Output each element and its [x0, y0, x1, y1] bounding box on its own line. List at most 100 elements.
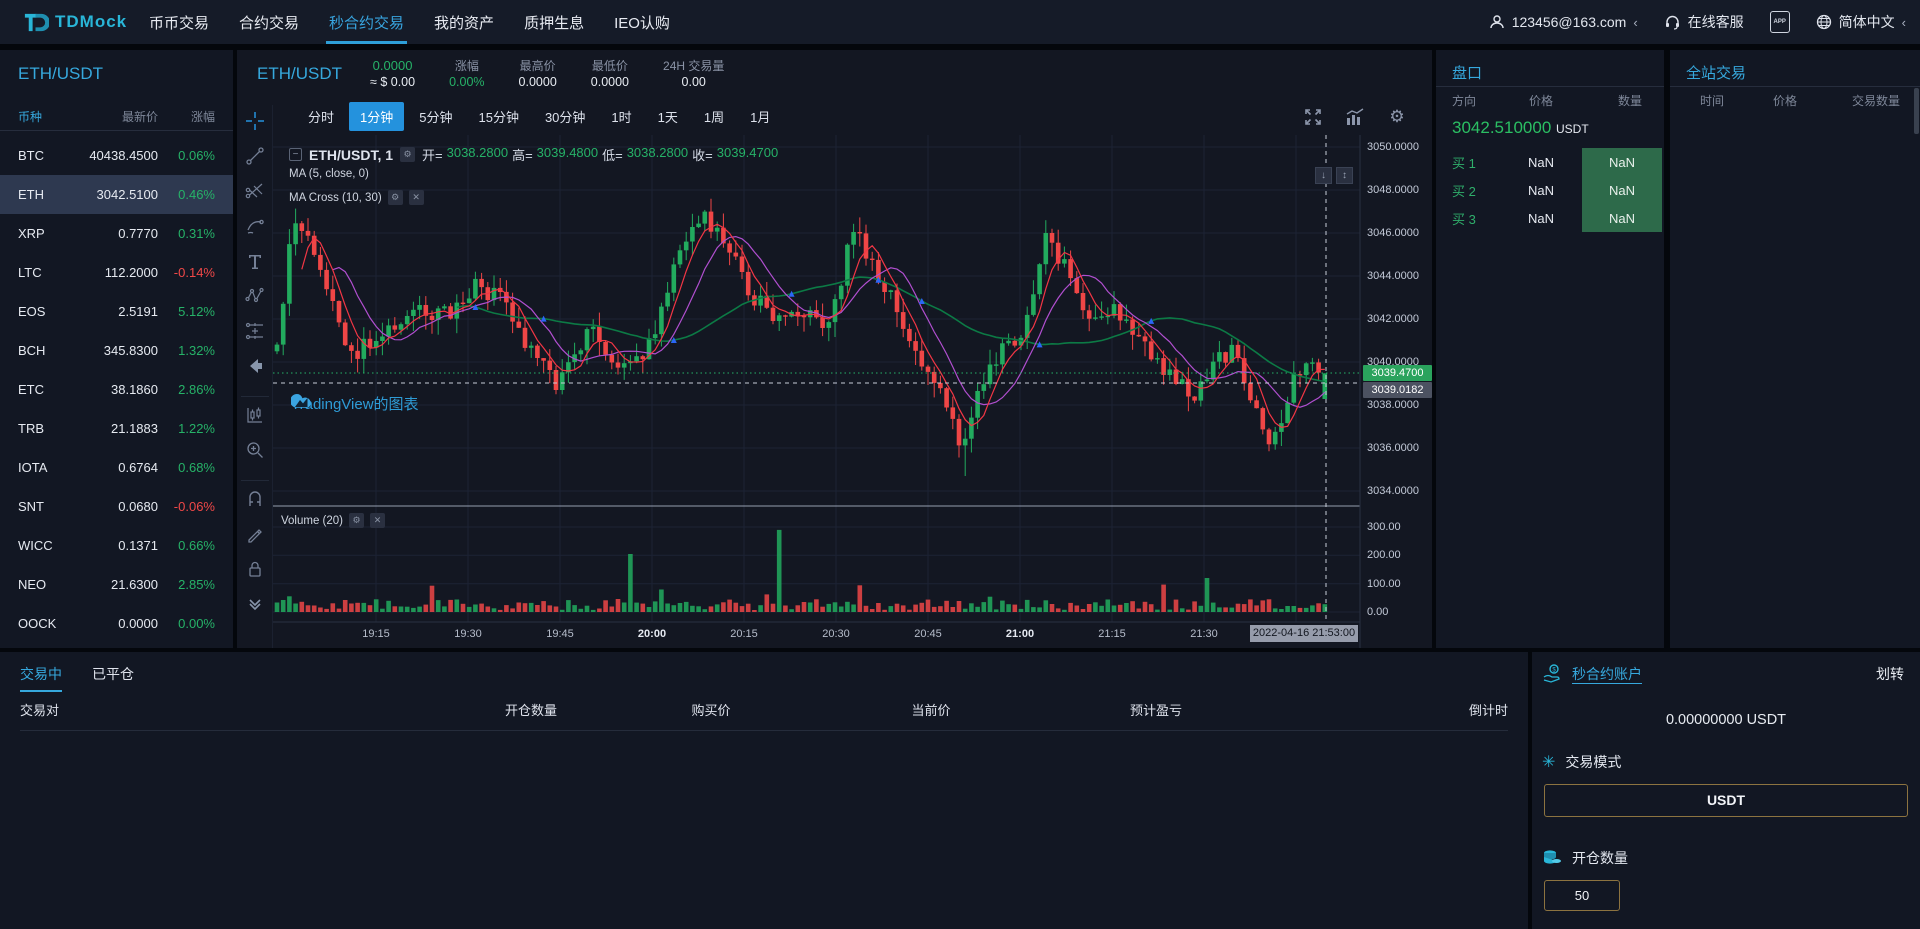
divider [0, 130, 233, 131]
toolbar-divider [241, 480, 269, 481]
market-row-WICC[interactable]: WICC0.13710.66% [0, 526, 233, 565]
time-tick: 21:15 [1098, 628, 1126, 640]
nav-item-4[interactable]: 质押生息 [509, 0, 599, 44]
market-row-ETH[interactable]: ETH3042.51000.46% [0, 175, 233, 214]
trade-mode-row: ✳ 交易模式 [1542, 752, 1621, 772]
market-row-LTC[interactable]: LTC112.2000-0.14% [0, 253, 233, 292]
nav-item-1[interactable]: 合约交易 [224, 0, 314, 44]
market-row-IOTA[interactable]: IOTA0.67640.68% [0, 448, 233, 487]
open-amount-input[interactable]: 50 [1544, 880, 1620, 911]
nav-item-0[interactable]: 币币交易 [134, 0, 224, 44]
order-book-row-2[interactable]: 买 2NaNNaN [1436, 176, 1664, 204]
brand-name: TDMock [55, 12, 127, 32]
ticker-last-price: 0.0000 ≈ $ 0.00 [370, 58, 415, 90]
text-icon[interactable] [244, 250, 266, 272]
crosshair-time-label: 2022-04-16 21:53:00 [1250, 625, 1358, 642]
online-support[interactable]: 在线客服 [1664, 12, 1744, 32]
market-row-BCH[interactable]: BCH345.83001.32% [0, 331, 233, 370]
market-row-ETC[interactable]: ETC38.18602.86% [0, 370, 233, 409]
nav-item-3[interactable]: 我的资产 [419, 0, 509, 44]
price-tick: 3038.0000 [1367, 399, 1419, 411]
zoom-in-icon[interactable] [244, 439, 266, 461]
price-axis[interactable]: 3050.00003048.00003046.00003044.00003042… [1363, 135, 1432, 648]
market-row-NEO[interactable]: NEO21.63002.85% [0, 565, 233, 604]
indicators-icon[interactable] [1344, 106, 1366, 128]
market-row-TRB[interactable]: TRB21.18831.22% [0, 409, 233, 448]
support-label: 在线客服 [1688, 12, 1744, 32]
divider [1670, 86, 1920, 87]
ticker-pair: ETH/USDT [237, 64, 370, 84]
app-download-icon[interactable]: APP [1770, 11, 1790, 33]
order-book-row-3[interactable]: 买 3NaNNaN [1436, 204, 1664, 232]
open-amount-row: 开仓数量 [1542, 848, 1628, 868]
interval-1分钟[interactable]: 1分钟 [349, 102, 404, 131]
interval-1时[interactable]: 1时 [600, 102, 642, 131]
order-book-header: 方向 价格 数量 [1436, 92, 1664, 109]
time-tick: 19:45 [546, 628, 574, 640]
market-row-EOS[interactable]: EOS2.51915.12% [0, 292, 233, 331]
interval-30分钟[interactable]: 30分钟 [534, 102, 596, 131]
user-icon [1489, 14, 1505, 30]
pitchfork-icon[interactable] [244, 180, 266, 202]
time-tick: 20:00 [638, 628, 666, 640]
positions-tab-0[interactable]: 交易中 [20, 664, 62, 692]
scale-reset-icon[interactable]: ↕ [1336, 167, 1353, 184]
main-nav: 币币交易合约交易秒合约交易我的资产质押生息IEO认购 [134, 0, 685, 44]
mode-usdt-button[interactable]: USDT [1544, 784, 1908, 817]
language-menu[interactable]: 简体中文 ‹ [1816, 12, 1906, 32]
interval-1月[interactable]: 1月 [739, 102, 781, 131]
xabcd-pattern-icon[interactable] [244, 285, 266, 307]
chart-tools: ⚙ [1302, 106, 1408, 128]
nav-item-5[interactable]: IEO认购 [599, 0, 685, 44]
col-coin: 币种 [0, 108, 70, 125]
volume-tick: 200.00 [1367, 549, 1401, 561]
tradingview-attribution[interactable]: TradingView的图表 [291, 393, 419, 414]
account-title-link[interactable]: 秒合约账户 [1572, 664, 1642, 684]
close-icon[interactable]: ✕ [409, 190, 424, 205]
scale-down-icon[interactable]: ↓ [1315, 167, 1332, 184]
gear-icon[interactable]: ⚙ [400, 147, 415, 162]
nav-item-2[interactable]: 秒合约交易 [314, 0, 419, 44]
bar-replay-icon[interactable] [244, 404, 266, 426]
edit-pencil-icon[interactable] [244, 523, 266, 545]
time-axis[interactable]: 19:1519:3019:4520:0020:1520:3020:4521:00… [273, 622, 1360, 648]
close-icon[interactable]: ✕ [370, 513, 385, 528]
ma-indicator-label: MA (5, close, 0) [289, 168, 369, 180]
all-trades-header: 时间 价格 交易数量 [1670, 92, 1920, 109]
positions-tab-1[interactable]: 已平仓 [92, 664, 134, 692]
interval-分时[interactable]: 分时 [297, 102, 345, 131]
market-row-SNT[interactable]: SNT0.0680-0.06% [0, 487, 233, 526]
legend-ohlc: 开=3038.2800 高=3039.4800 低=3038.2800 收=30… [422, 145, 778, 164]
chart-plot[interactable]: − ETH/USDT, 1 ⚙ 开=3038.2800 高=3039.4800 … [273, 135, 1432, 648]
transfer-link[interactable]: 划转 [1876, 664, 1920, 684]
scrollbar-thumb[interactable] [1914, 88, 1919, 134]
ticker-volume: 24H 交易量 0.00 [663, 58, 724, 90]
trendline-icon[interactable] [244, 145, 266, 167]
lock-icon[interactable] [244, 558, 266, 580]
brush-icon[interactable] [244, 215, 266, 237]
interval-1天[interactable]: 1天 [647, 102, 689, 131]
more-chevron-icon[interactable] [244, 593, 266, 615]
interval-15分钟[interactable]: 15分钟 [467, 102, 529, 131]
interval-1周[interactable]: 1周 [693, 102, 735, 131]
crosshair-icon[interactable] [244, 110, 266, 132]
long-position-icon[interactable] [244, 320, 266, 342]
legend-symbol: ETH/USDT, 1 [309, 147, 393, 163]
candlestick-chart [273, 135, 1432, 648]
market-row-OOCK[interactable]: OOCK0.00000.00% [0, 604, 233, 643]
gear-icon[interactable]: ⚙ [349, 513, 364, 528]
fullscreen-icon[interactable] [1302, 106, 1324, 128]
market-row-BTC[interactable]: BTC40438.45000.06% [0, 136, 233, 175]
market-pair-title: ETH/USDT [18, 64, 103, 84]
brand[interactable]: TDMock [0, 9, 134, 36]
market-row-XRP[interactable]: XRP0.77700.31% [0, 214, 233, 253]
settings-gear-icon[interactable]: ⚙ [1386, 106, 1408, 128]
gear-icon[interactable]: ⚙ [388, 190, 403, 205]
order-book-row-1[interactable]: 买 1NaNNaN [1436, 148, 1664, 176]
magnet-icon[interactable] [244, 488, 266, 510]
chevron-icon: ‹ [1633, 15, 1637, 30]
collapse-icon[interactable]: − [289, 148, 302, 161]
interval-5分钟[interactable]: 5分钟 [408, 102, 463, 131]
account-menu[interactable]: 123456@163.com ‹ [1489, 14, 1638, 30]
hide-toolbar-arrow-icon[interactable] [244, 355, 266, 377]
